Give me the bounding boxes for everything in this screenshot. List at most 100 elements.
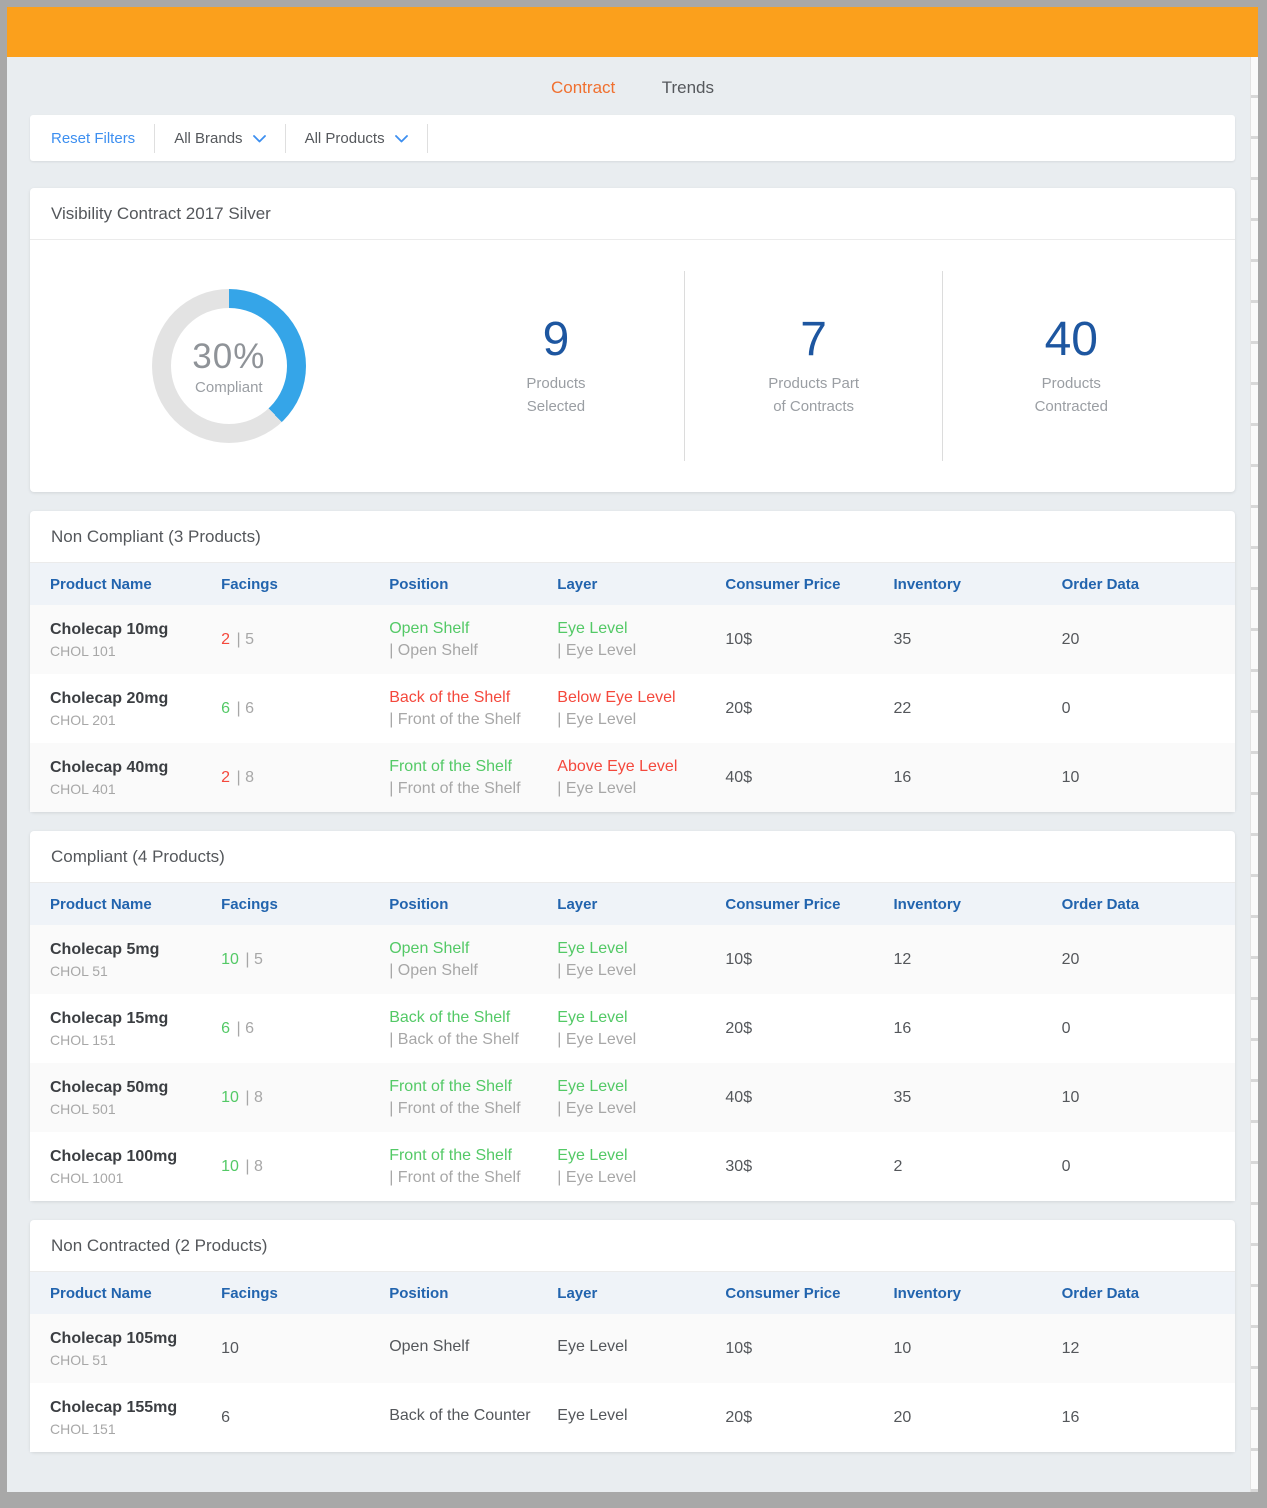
- table-body: Cholecap 105mg CHOL 51 10 Open Shelf Eye…: [30, 1314, 1235, 1452]
- contract-summary: 30% Compliant 9 Products Selected 7: [30, 240, 1235, 492]
- stat-value: 7: [800, 314, 827, 367]
- table-body: Cholecap 5mg CHOL 51 10 | 5 Open Shelf |…: [30, 925, 1235, 1201]
- consumer-price-cell: 40$: [705, 1089, 873, 1107]
- column-header: Order Data: [1042, 1285, 1235, 1302]
- order-data-cell: 0: [1042, 700, 1235, 718]
- donut-center: 30% Compliant: [171, 308, 287, 424]
- position-cell: Front of the Shelf | Front of the Shelf: [369, 1147, 537, 1187]
- layer-contracted: | Eye Level: [557, 780, 705, 798]
- position-actual: Open Shelf: [389, 940, 537, 958]
- products-dropdown-label: All Products: [305, 130, 385, 147]
- order-data-cell: 0: [1042, 1158, 1235, 1176]
- stat-products-selected: 9 Products Selected: [428, 314, 685, 419]
- layer-contracted: | Eye Level: [557, 1100, 705, 1118]
- position-cell: Back of the Shelf | Back of the Shelf: [369, 1009, 537, 1049]
- compliance-percent: 30%: [192, 337, 265, 377]
- inventory-cell: 12: [873, 951, 1041, 969]
- scrollbar[interactable]: [1250, 57, 1258, 1492]
- facings-actual: 6: [221, 700, 230, 717]
- column-header: Position: [369, 1285, 537, 1302]
- table-row: Cholecap 155mg CHOL 151 6 Back of the Co…: [30, 1383, 1235, 1452]
- order-data-cell: 0: [1042, 1020, 1235, 1038]
- column-header: Consumer Price: [705, 896, 873, 913]
- stat-products-part-of-contracts: 7 Products Part of Contracts: [685, 314, 942, 419]
- consumer-price-cell: 10$: [705, 631, 873, 649]
- layer-cell: Eye Level | Eye Level: [537, 620, 705, 660]
- brands-dropdown-label: All Brands: [174, 130, 242, 147]
- brands-dropdown[interactable]: All Brands: [174, 130, 265, 147]
- column-header: Consumer Price: [705, 1285, 873, 1302]
- position-contracted: | Open Shelf: [389, 642, 537, 660]
- table-row: Cholecap 10mg CHOL 101 2 | 5 Open Shelf …: [30, 605, 1235, 674]
- column-header: Position: [369, 576, 537, 593]
- position-actual: Back of the Shelf: [389, 1009, 537, 1027]
- facings-actual: 2: [221, 631, 230, 648]
- layer-contracted: | Eye Level: [557, 711, 705, 729]
- layer-contracted: | Eye Level: [557, 642, 705, 660]
- position-actual: Open Shelf: [389, 1338, 537, 1356]
- product-name: Cholecap 105mg: [50, 1330, 201, 1348]
- stat-label-line2: Contracted: [1035, 396, 1108, 419]
- product-section-card: Non Compliant (3 Products) Product Name …: [30, 511, 1235, 812]
- stat-label-line1: Products Part: [768, 373, 859, 396]
- facings-contracted: | 8: [236, 769, 254, 786]
- visibility-contract-card: Visibility Contract 2017 Silver 30% Comp…: [30, 188, 1235, 492]
- position-actual: Front of the Shelf: [389, 1078, 537, 1096]
- inventory-cell: 10: [873, 1340, 1041, 1358]
- table-row: Cholecap 105mg CHOL 51 10 Open Shelf Eye…: [30, 1314, 1235, 1383]
- product-tables: Non Compliant (3 Products) Product Name …: [7, 511, 1258, 1452]
- facings-actual: 10: [221, 1158, 239, 1175]
- facings-actual: 10: [221, 951, 239, 968]
- product-code: CHOL 201: [50, 712, 201, 728]
- position-cell: Back of the Counter: [369, 1407, 537, 1429]
- reset-filters-button[interactable]: Reset Filters: [51, 130, 135, 147]
- inventory-cell: 20: [873, 1409, 1041, 1427]
- order-data-cell: 10: [1042, 769, 1235, 787]
- table-row: Cholecap 100mg CHOL 1001 10 | 8 Front of…: [30, 1132, 1235, 1201]
- filter-bar: Reset Filters All Brands All Products: [30, 115, 1235, 161]
- layer-cell: Eye Level | Eye Level: [537, 1009, 705, 1049]
- inventory-cell: 22: [873, 700, 1041, 718]
- table-header-row: Product Name Facings Position Layer Cons…: [30, 563, 1235, 605]
- product-name: Cholecap 20mg: [50, 690, 201, 708]
- divider: [154, 124, 155, 153]
- facings-contracted: | 6: [236, 1020, 254, 1037]
- bottom-padding: [7, 1452, 1258, 1482]
- contract-card-title: Visibility Contract 2017 Silver: [30, 188, 1235, 240]
- tab-trends[interactable]: Trends: [662, 78, 714, 98]
- column-header: Consumer Price: [705, 576, 873, 593]
- facings-actual: 6: [221, 1409, 230, 1426]
- column-header: Order Data: [1042, 576, 1235, 593]
- column-header: Facings: [201, 576, 369, 593]
- facings-actual: 2: [221, 769, 230, 786]
- layer-actual: Eye Level: [557, 620, 705, 638]
- column-header: Facings: [201, 896, 369, 913]
- product-name-cell: Cholecap 20mg CHOL 201: [30, 690, 201, 728]
- stat-label-line1: Products: [526, 373, 585, 396]
- product-code: CHOL 151: [50, 1032, 201, 1048]
- product-name-cell: Cholecap 50mg CHOL 501: [30, 1079, 201, 1117]
- consumer-price-cell: 10$: [705, 1340, 873, 1358]
- table-row: Cholecap 5mg CHOL 51 10 | 5 Open Shelf |…: [30, 925, 1235, 994]
- layer-actual: Eye Level: [557, 1078, 705, 1096]
- compliance-donut-chart: 30% Compliant: [152, 289, 306, 443]
- position-contracted: | Front of the Shelf: [389, 1100, 537, 1118]
- position-contracted: | Front of the Shelf: [389, 711, 537, 729]
- section-title: Compliant (4 Products): [30, 831, 1235, 883]
- table-header-row: Product Name Facings Position Layer Cons…: [30, 1272, 1235, 1314]
- chevron-down-icon: [253, 130, 266, 147]
- products-dropdown[interactable]: All Products: [305, 130, 408, 147]
- stat-label-line2: of Contracts: [768, 396, 859, 419]
- position-cell: Open Shelf | Open Shelf: [369, 940, 537, 980]
- table-body: Cholecap 10mg CHOL 101 2 | 5 Open Shelf …: [30, 605, 1235, 812]
- consumer-price-cell: 20$: [705, 700, 873, 718]
- facings-cell: 6 | 6: [201, 700, 369, 718]
- position-actual: Front of the Shelf: [389, 1147, 537, 1165]
- table-header-row: Product Name Facings Position Layer Cons…: [30, 883, 1235, 925]
- page: Contract Trends Reset Filters All Brands…: [7, 7, 1258, 1492]
- tab-contract[interactable]: Contract: [551, 78, 615, 98]
- position-actual: Back of the Counter: [389, 1407, 537, 1425]
- layer-actual: Below Eye Level: [557, 689, 705, 707]
- column-header: Layer: [537, 896, 705, 913]
- layer-contracted: | Eye Level: [557, 962, 705, 980]
